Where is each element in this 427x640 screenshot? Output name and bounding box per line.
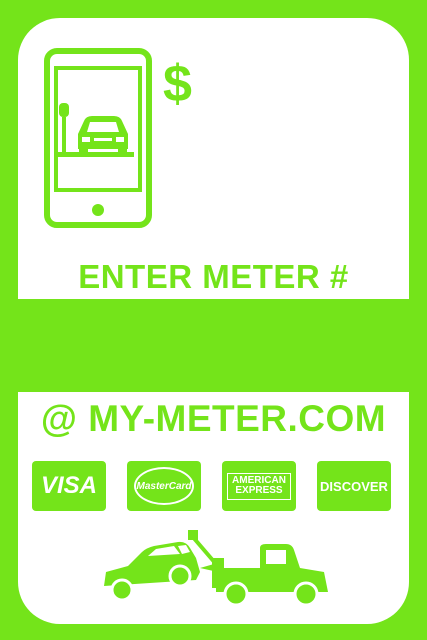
amex-box: AMERICAN EXPRESS: [227, 472, 291, 500]
mastercard-oval: MasterCard: [134, 467, 194, 505]
visa-card-logo: VISA: [32, 461, 106, 511]
towed-car-icon: [104, 541, 200, 602]
mastercard-logo: MasterCard: [127, 461, 201, 511]
dollar-sign: $: [163, 55, 192, 113]
truck-icon: [212, 544, 328, 607]
payment-cards: VISA MasterCard AMERICAN EXPRESS DISCOVE…: [32, 461, 395, 513]
website-text: @ MY-METER.COM: [40, 398, 387, 439]
enter-meter-text: ENTER METER #: [78, 258, 349, 295]
discover-card-logo: DISCOVER: [317, 461, 391, 511]
amex-card-logo: AMERICAN EXPRESS: [222, 461, 296, 511]
amex-label-2: EXPRESS: [235, 485, 283, 496]
tow-truck-icon: [104, 530, 328, 607]
visa-label: VISA: [40, 472, 97, 499]
discover-label: DISCOVER: [320, 478, 388, 494]
mastercard-label: MasterCard: [136, 480, 192, 492]
car-icon: [78, 116, 128, 154]
parking-meter-icon: [59, 103, 69, 153]
phone-icon: [44, 48, 152, 228]
